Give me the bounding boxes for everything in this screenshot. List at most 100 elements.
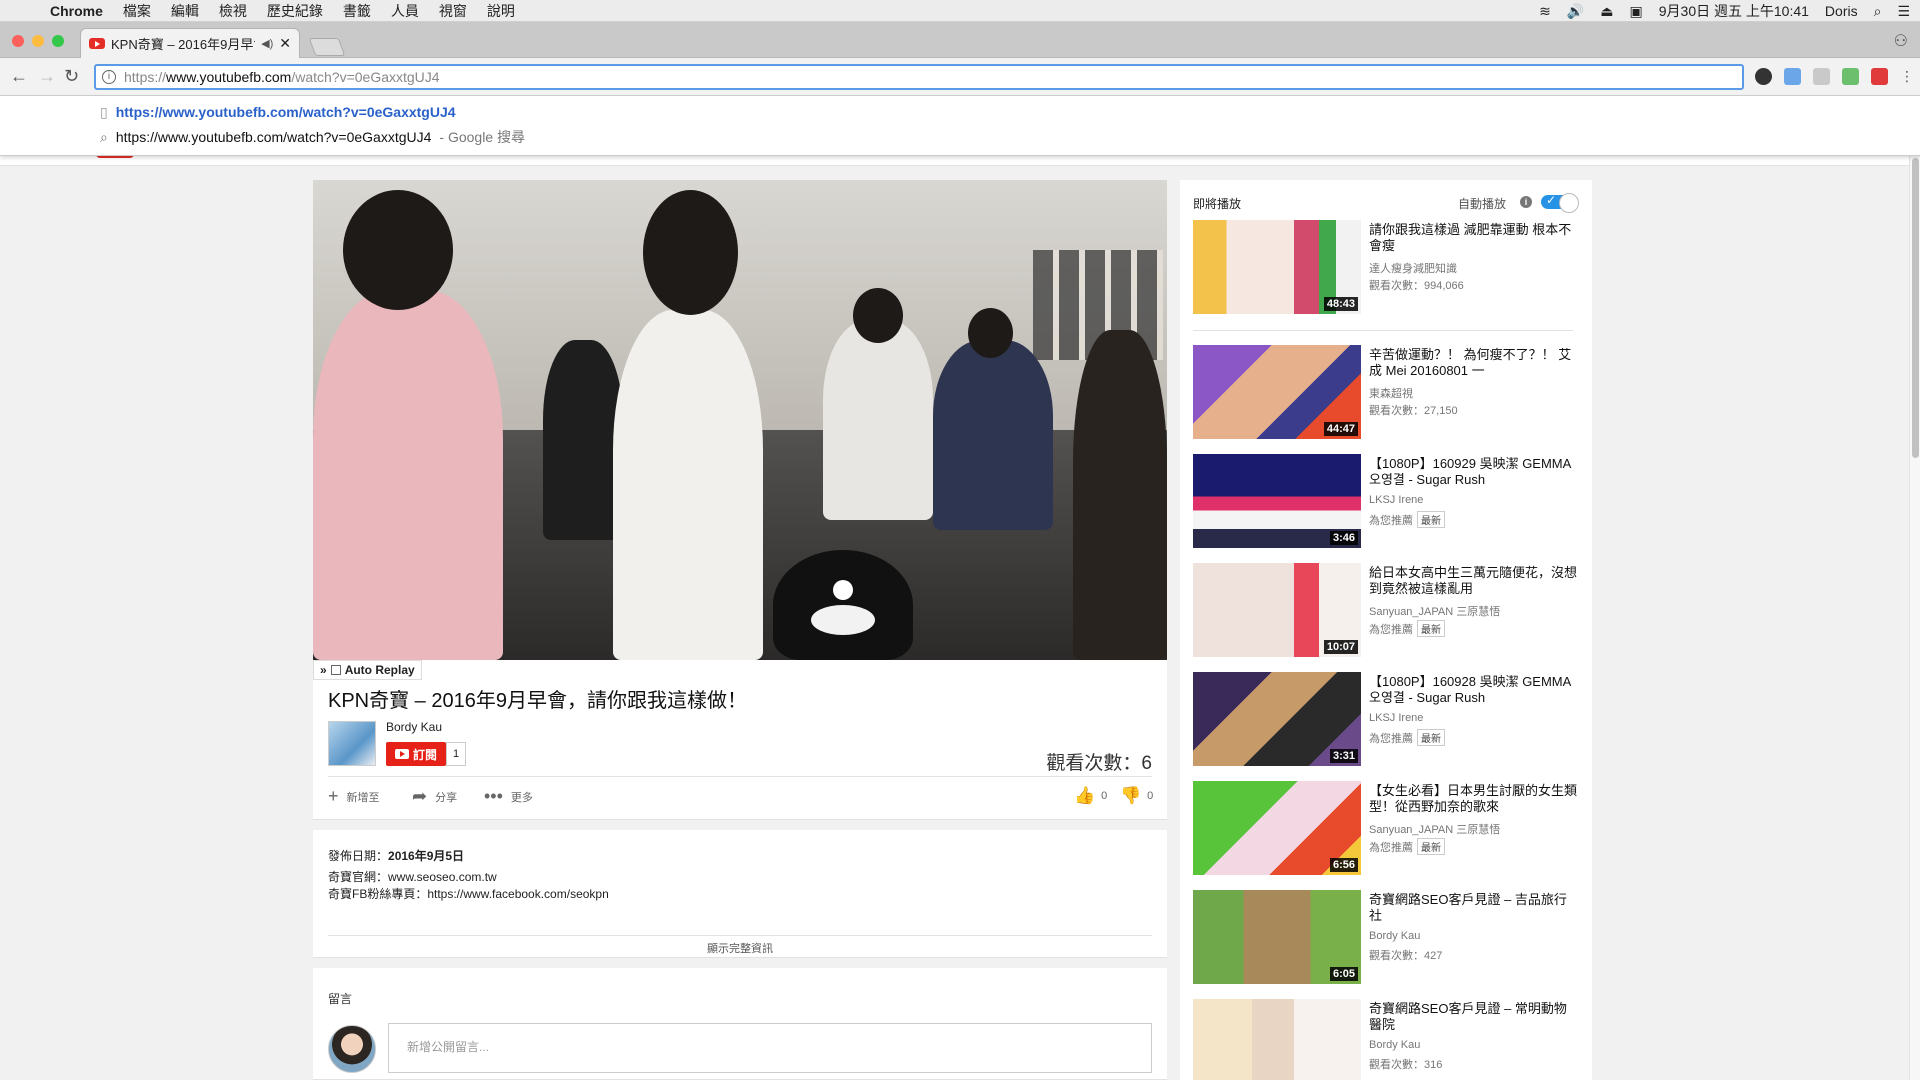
auto-replay-toggle[interactable]: » Auto Replay — [313, 660, 422, 680]
zoom-window-button[interactable] — [52, 35, 64, 47]
new-tab-button[interactable] — [308, 38, 346, 56]
scrollbar-thumb[interactable] — [1912, 158, 1919, 458]
extension-blue-icon[interactable] — [1784, 68, 1801, 85]
video-meta: 為您推薦 最新 — [1369, 511, 1445, 528]
forward-arrow-icon[interactable]: → — [38, 66, 56, 87]
autoplay-toggle[interactable]: ✓ — [1541, 193, 1579, 213]
comment-input[interactable]: 新增公開留言... — [388, 1023, 1152, 1073]
more-button[interactable]: ••• 更多 — [484, 786, 533, 807]
menu-app-name[interactable]: Chrome — [40, 3, 113, 19]
video-thumbnail[interactable]: 44:47 — [1193, 345, 1361, 439]
close-window-button[interactable] — [12, 35, 24, 47]
video-thumbnail[interactable]: 6:05 — [1193, 890, 1361, 984]
video-thumbnail[interactable]: 10:07 — [1193, 563, 1361, 657]
site-info-icon[interactable]: i — [102, 70, 116, 84]
recommended-video[interactable]: 6:05 奇寶網路SEO客戶見證 – 吉品旅行社 Bordy Kau 觀看次數：… — [1193, 890, 1583, 986]
audio-playing-icon[interactable]: ◀) — [261, 37, 273, 50]
notification-center-icon[interactable]: ☰ — [1897, 3, 1910, 20]
volume-icon[interactable]: 🔊 — [1567, 3, 1584, 20]
back-arrow-icon[interactable]: ← — [10, 66, 28, 87]
reload-icon[interactable]: ↻ — [64, 66, 79, 87]
video-thumbnail[interactable] — [1193, 999, 1361, 1080]
video-thumbnail[interactable]: 6:56 — [1193, 781, 1361, 875]
channel-name[interactable]: Bordy Kau — [386, 720, 442, 734]
video-title[interactable]: 奇寶網路SEO客戶見證 – 吉品旅行社 — [1369, 892, 1579, 924]
extension-red-icon[interactable] — [1871, 68, 1888, 85]
video-title[interactable]: 給日本女高中生三萬元隨便花，沒想到竟然被這樣亂用 — [1369, 565, 1579, 597]
input-method-icon[interactable]: ▣ — [1630, 3, 1643, 20]
video-title[interactable]: 請你跟我這樣過 減肥靠運動 根本不會瘦 — [1369, 222, 1579, 254]
video-title[interactable]: 奇寶網路SEO客戶見證 – 常明動物醫院 — [1369, 1001, 1579, 1033]
recommended-video[interactable]: 3:46 【1080P】160929 吳映潔 GEMMA 오영결 - Sugar… — [1193, 454, 1583, 550]
video-thumbnail[interactable]: 3:46 — [1193, 454, 1361, 548]
menubar-user[interactable]: Doris — [1825, 3, 1858, 19]
spotlight-icon[interactable]: ⌕ — [1874, 3, 1882, 20]
suggestion-search-text: https://www.youtubefb.com/watch?v=0eGaxx… — [115, 129, 432, 145]
menu-people[interactable]: 人員 — [381, 1, 429, 21]
share-button[interactable]: ➦ 分享 — [412, 786, 457, 807]
video-channel[interactable]: Bordy Kau — [1369, 1039, 1420, 1051]
url-scheme: https:// — [124, 69, 167, 85]
tab-close-icon[interactable]: ✕ — [279, 35, 291, 52]
tab-strip: KPN奇寶 – 2016年9月早會 ◀) ✕ ⚇ — [0, 22, 1920, 58]
video-channel[interactable]: 達人瘦身減肥知識 — [1369, 260, 1457, 276]
page-scrollbar[interactable] — [1909, 156, 1920, 1080]
video-player[interactable] — [313, 180, 1167, 660]
tab-youtube[interactable]: KPN奇寶 – 2016年9月早會 ◀) ✕ — [80, 28, 300, 58]
recommended-video[interactable]: 奇寶網路SEO客戶見證 – 常明動物醫院 Bordy Kau 觀看次數：316 — [1193, 999, 1583, 1080]
video-title[interactable]: 【1080P】160928 吳映潔 GEMMA 오영결 - Sugar Rush — [1369, 674, 1579, 706]
extension-area: ⋮ — [1755, 68, 1914, 85]
menu-help[interactable]: 說明 — [477, 1, 525, 21]
menu-history[interactable]: 歷史紀錄 — [257, 1, 333, 21]
eject-icon[interactable]: ⏏ — [1600, 3, 1613, 20]
video-title[interactable]: 【1080P】160929 吳映潔 GEMMA 오영결 - Sugar Rush — [1369, 456, 1579, 488]
show-more-button[interactable]: 顯示完整資訊 — [313, 940, 1167, 956]
menu-bookmarks[interactable]: 書籤 — [333, 1, 381, 21]
video-title[interactable]: 辛苦做運動？！ 為何瘦不了？！ 艾成 Mei 20160801 一 — [1369, 347, 1579, 379]
menu-file[interactable]: 檔案 — [113, 1, 161, 21]
incognito-profile-icon[interactable]: ⚇ — [1894, 31, 1908, 51]
address-bar[interactable]: i https:// www.youtubefb.com /watch?v=0e… — [94, 64, 1744, 90]
video-channel[interactable]: Sanyuan_JAPAN 三原慧悟 — [1369, 603, 1500, 619]
recommended-video[interactable]: 10:07 給日本女高中生三萬元隨便花，沒想到竟然被這樣亂用 Sanyuan_J… — [1193, 563, 1583, 659]
subscribe-button[interactable]: 訂閱 — [386, 742, 446, 766]
video-title[interactable]: 【女生必看】日本男生討厭的女生類型！從西野加奈的歌來 — [1369, 783, 1579, 815]
menu-edit[interactable]: 編輯 — [161, 1, 209, 21]
video-channel[interactable]: 東森超視 — [1369, 385, 1413, 401]
new-badge: 最新 — [1417, 729, 1445, 746]
extension-chart-icon[interactable] — [1842, 68, 1859, 85]
recommended-video[interactable]: 3:31 【1080P】160928 吳映潔 GEMMA 오영결 - Sugar… — [1193, 672, 1583, 768]
video-channel[interactable]: LKSJ Irene — [1369, 712, 1423, 724]
wifi-icon[interactable]: ≋ — [1539, 3, 1551, 20]
suggestion-search[interactable]: ⌕ https://www.youtubefb.com/watch?v=0eGa… — [100, 125, 525, 149]
chrome-menu-icon[interactable]: ⋮ — [1900, 68, 1914, 85]
auto-replay-checkbox[interactable] — [330, 665, 341, 675]
info-icon[interactable]: i — [1520, 196, 1532, 208]
video-thumbnail[interactable]: 3:31 — [1193, 672, 1361, 766]
extension-dark-icon[interactable] — [1755, 68, 1772, 85]
menubar-datetime[interactable]: 9月30日 週五 上午10:41 — [1659, 1, 1809, 21]
video-channel[interactable]: Bordy Kau — [1369, 930, 1420, 942]
divider — [328, 935, 1152, 936]
video-duration: 3:46 — [1329, 531, 1358, 545]
add-to-button[interactable]: + 新增至 — [328, 786, 380, 807]
recommended-video[interactable]: 44:47 辛苦做運動？！ 為何瘦不了？！ 艾成 Mei 20160801 一 … — [1193, 345, 1583, 441]
recommended-video[interactable]: 6:56 【女生必看】日本男生討厭的女生類型！從西野加奈的歌來 Sanyuan_… — [1193, 781, 1583, 877]
channel-avatar[interactable] — [328, 721, 376, 766]
video-thumbnail[interactable]: 48:43 — [1193, 220, 1361, 314]
video-meta-text: 觀看次數：27,150 — [1369, 405, 1458, 417]
like-button[interactable]: 👍 0 — [1074, 786, 1107, 806]
thumbs-up-icon: 👍 — [1074, 786, 1096, 805]
menu-view[interactable]: 檢視 — [209, 1, 257, 21]
suggestion-url[interactable]: ▯ https://www.youtubefb.com/watch?v=0eGa… — [100, 100, 456, 124]
extension-gray-icon[interactable] — [1813, 68, 1830, 85]
thumbs-down-icon: 👎 — [1120, 786, 1142, 805]
minimize-window-button[interactable] — [32, 35, 44, 47]
video-channel[interactable]: Sanyuan_JAPAN 三原慧悟 — [1369, 821, 1500, 837]
dislike-button[interactable]: 👎 0 — [1120, 786, 1153, 806]
publish-label: 發佈日期： — [328, 849, 389, 863]
video-duration: 6:05 — [1329, 967, 1358, 981]
video-channel[interactable]: LKSJ Irene — [1369, 494, 1423, 506]
recommended-video[interactable]: 48:43 請你跟我這樣過 減肥靠運動 根本不會瘦 達人瘦身減肥知識 觀看次數：… — [1193, 220, 1583, 316]
menu-window[interactable]: 視窗 — [429, 1, 477, 21]
